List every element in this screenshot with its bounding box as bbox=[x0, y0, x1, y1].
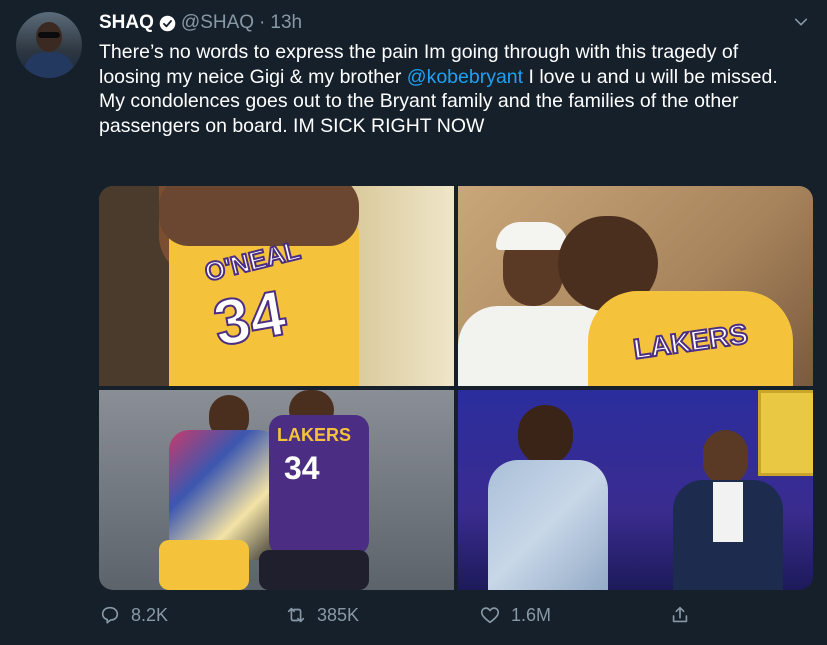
avatar[interactable] bbox=[16, 12, 82, 78]
tweet-actions: 8.2K 385K 1.6M bbox=[99, 604, 813, 634]
tweet-text: There’s no words to express the pain Im … bbox=[99, 40, 799, 138]
like-button[interactable]: 1.6M bbox=[479, 604, 551, 626]
mention-link[interactable]: @kobebryant bbox=[407, 66, 523, 88]
author-handle[interactable]: @SHAQ bbox=[181, 12, 254, 34]
chevron-down-icon[interactable] bbox=[793, 14, 809, 30]
photo-posed-portrait[interactable]: LAKERS 34 bbox=[99, 390, 454, 590]
heart-icon bbox=[480, 607, 500, 624]
reply-button[interactable]: 8.2K bbox=[99, 604, 168, 626]
avatar-sunglasses bbox=[38, 32, 60, 38]
jersey-number: 34 bbox=[207, 275, 292, 360]
separator-dot: · bbox=[259, 12, 266, 33]
photo-oneal-jersey[interactable]: O'NEAL 34 bbox=[99, 186, 454, 386]
media-grid: O'NEAL 34 LAKERS LAKERS 34 bbox=[99, 186, 813, 590]
reply-count: 8.2K bbox=[131, 604, 169, 625]
lakers-jersey-text-2: LAKERS bbox=[277, 425, 352, 445]
share-icon bbox=[672, 606, 688, 623]
retweet-button[interactable]: 385K bbox=[285, 604, 359, 626]
photo-celebration[interactable]: LAKERS bbox=[458, 186, 813, 386]
tweet-header: SHAQ @SHAQ · 13h bbox=[99, 11, 302, 35]
avatar-body bbox=[24, 52, 74, 78]
tweet-timestamp[interactable]: 13h bbox=[270, 12, 302, 34]
jersey-number-2: 34 bbox=[284, 450, 320, 486]
reply-icon bbox=[101, 606, 119, 624]
retweet-count: 385K bbox=[317, 604, 360, 625]
retweet-icon bbox=[287, 607, 305, 623]
share-button[interactable] bbox=[669, 604, 691, 626]
author-name[interactable]: SHAQ bbox=[99, 12, 154, 34]
like-count: 1.6M bbox=[511, 604, 552, 625]
verified-badge-icon bbox=[159, 15, 176, 31]
photo-press-event[interactable] bbox=[458, 390, 813, 590]
